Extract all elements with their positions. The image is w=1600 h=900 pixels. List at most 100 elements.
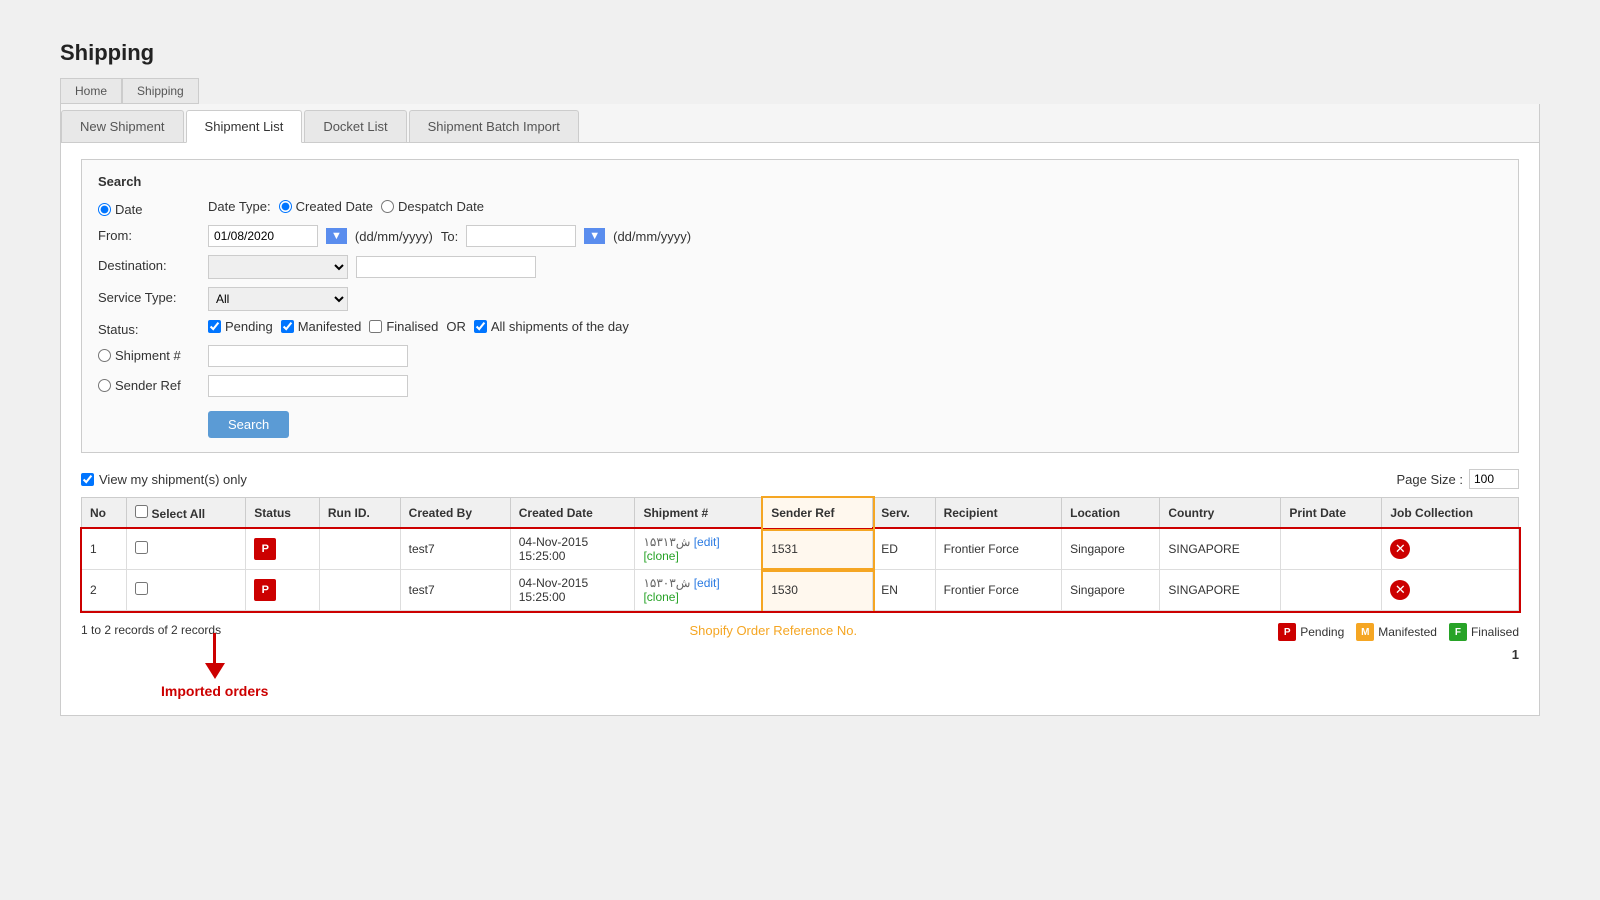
shipment-edit-link[interactable]: [edit] [694,576,720,590]
or-text: OR [446,319,466,334]
search-button[interactable]: Search [208,411,289,438]
view-only-label[interactable]: View my shipment(s) only [81,472,247,487]
service-select[interactable]: All [208,287,348,311]
cell-no: 1 [82,529,127,570]
breadcrumb-shipping[interactable]: Shipping [122,78,199,104]
delete-button[interactable]: ✕ [1390,580,1410,600]
search-row-from: From: ▼ (dd/mm/yyyy) To: ▼ (dd/mm/yyyy) [98,225,1502,247]
destination-select[interactable] [208,255,348,279]
destination-label: Destination: [98,258,167,273]
legend-pending: P Pending [1278,623,1344,641]
created-date-label[interactable]: Created Date [279,199,373,214]
cell-shipment-num: ش۱۵۳۱۳ [edit] [clone] [635,529,763,570]
service-label: Service Type: [98,290,177,305]
delete-button[interactable]: ✕ [1390,539,1410,559]
cell-status: P [246,570,320,611]
date-to-input[interactable] [466,225,576,247]
sender-radio[interactable] [98,379,111,392]
cell-shipment-num: ش۱۵۳۰۳ [edit] [clone] [635,570,763,611]
cell-checkbox[interactable] [127,570,246,611]
sender-ref-input[interactable] [208,375,408,397]
cell-country: SINGAPORE [1160,570,1281,611]
view-only-checkbox[interactable] [81,473,94,486]
col-sender-ref: Sender Ref [763,498,873,529]
date-format-to: (dd/mm/yyyy) [613,229,691,244]
cell-recipient: Frontier Force [935,529,1062,570]
from-label: From: [98,228,132,243]
shipment-clone-link[interactable]: [clone] [643,549,678,563]
legend-finalised-icon: F [1449,623,1467,641]
date-radio-label[interactable]: Date [98,202,208,217]
table-row: 2 P test7 04-Nov-201515:25:00 ش۱۵۳۰۳ [ed… [82,570,1519,611]
cell-no: 2 [82,570,127,611]
status-finalised-checkbox[interactable] [369,320,382,333]
shipment-table: No Select All Status Run ID. Created By … [81,497,1519,611]
breadcrumb-home[interactable]: Home [60,78,122,104]
status-pending-checkbox[interactable] [208,320,221,333]
imported-arrow-shaft [213,633,216,663]
status-allday-checkbox[interactable] [474,320,487,333]
col-shipment-num: Shipment # [635,498,763,529]
shipment-radio-label[interactable]: Shipment # [98,348,208,363]
cell-status: P [246,529,320,570]
page-size-control: Page Size : 100 [1397,469,1520,489]
shipment-clone-link[interactable]: [clone] [643,590,678,604]
tab-docket-list[interactable]: Docket List [304,110,406,142]
shipment-controls [208,345,408,367]
date-type-label: Date Type: [208,199,271,214]
col-status: Status [246,498,320,529]
col-job-collection: Job Collection [1382,498,1519,529]
date-from-btn[interactable]: ▼ [326,228,347,244]
despatch-date-radio[interactable] [381,200,394,213]
cell-location: Singapore [1062,529,1160,570]
cell-sender-ref: 1531 [763,529,873,570]
col-serv: Serv. [873,498,935,529]
sender-radio-label[interactable]: Sender Ref [98,378,208,393]
tab-shipment-batch-import[interactable]: Shipment Batch Import [409,110,579,142]
cell-checkbox[interactable] [127,529,246,570]
table-controls: View my shipment(s) only Page Size : 100 [81,469,1519,489]
status-allday-label[interactable]: All shipments of the day [474,319,629,334]
cell-created-by: test7 [400,570,510,611]
status-manifested-checkbox[interactable] [281,320,294,333]
status-pending-label[interactable]: Pending [208,319,273,334]
panel-content: Search Date Date Type: Created Date [61,143,1539,715]
select-all-checkbox[interactable] [135,505,148,518]
cell-serv: EN [873,570,935,611]
imported-arrow [205,663,225,679]
status-manifested-label[interactable]: Manifested [281,319,362,334]
status-label: Status: [98,322,138,337]
date-to-btn[interactable]: ▼ [584,228,605,244]
tab-new-shipment[interactable]: New Shipment [61,110,184,142]
service-controls: All [208,287,348,311]
col-location: Location [1062,498,1160,529]
status-badge-pending: P [254,579,276,601]
tab-shipment-list[interactable]: Shipment List [186,110,303,143]
col-country: Country [1160,498,1281,529]
status-finalised-label[interactable]: Finalised [369,319,438,334]
created-date-radio[interactable] [279,200,292,213]
destination-input[interactable] [356,256,536,278]
table-header-row: No Select All Status Run ID. Created By … [82,498,1519,529]
page-number[interactable]: 1 [1512,647,1519,662]
date-radio[interactable] [98,203,111,216]
shopify-ref-label: Shopify Order Reference No. [689,623,857,638]
despatch-date-label[interactable]: Despatch Date [381,199,484,214]
legend-manifested: M Manifested [1356,623,1437,641]
cell-job-collection: ✕ [1382,529,1519,570]
search-row-status: Status: Pending Manifested [98,319,1502,337]
col-select-all[interactable]: Select All [127,498,246,529]
status-badge-pending: P [254,538,276,560]
cell-created-by: test7 [400,529,510,570]
cell-job-collection: ✕ [1382,570,1519,611]
search-row-shipment: Shipment # [98,345,1502,367]
shipment-input[interactable] [208,345,408,367]
date-from-input[interactable] [208,225,318,247]
shipment-edit-link[interactable]: [edit] [694,535,720,549]
page-size-input[interactable]: 100 [1469,469,1519,489]
page-title: Shipping [60,40,1540,66]
cell-location: Singapore [1062,570,1160,611]
cell-created-date: 04-Nov-201515:25:00 [510,570,635,611]
search-row-sender: Sender Ref [98,375,1502,397]
shipment-radio[interactable] [98,349,111,362]
